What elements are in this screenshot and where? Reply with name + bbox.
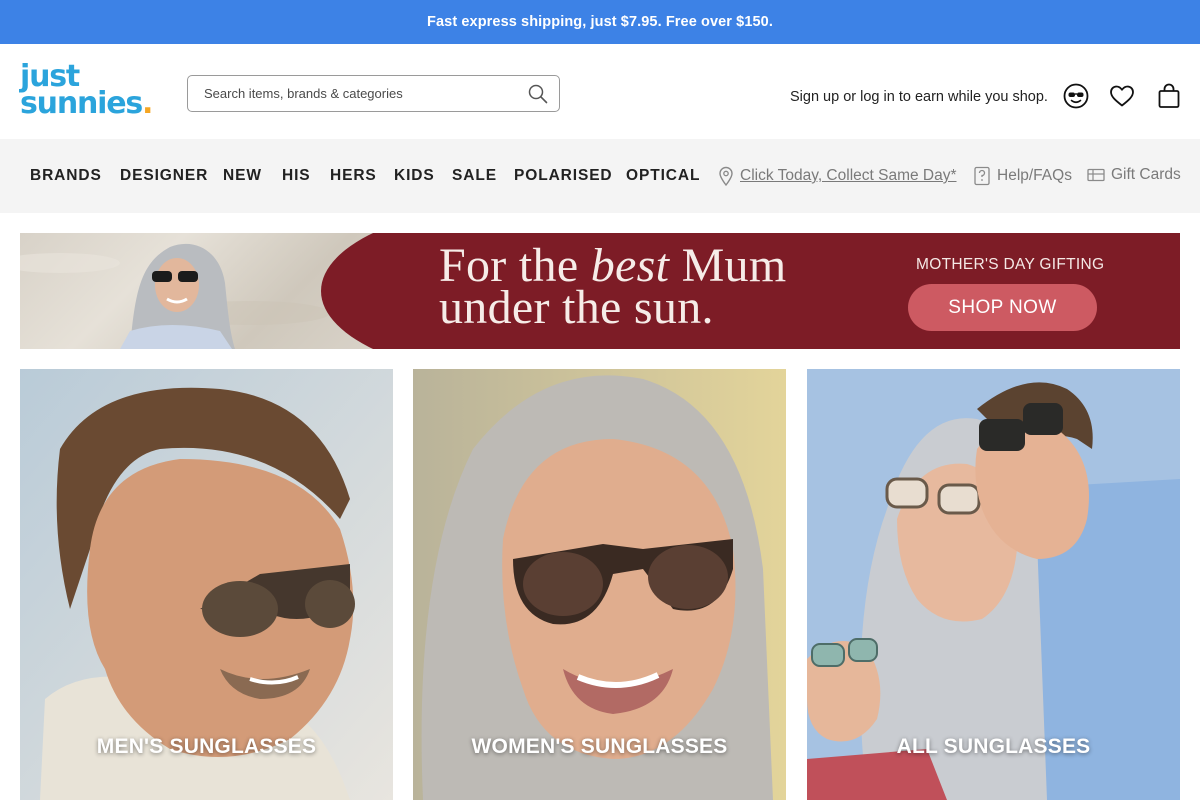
hero-headline-line-2: under the sun. [439,281,714,334]
signup-link[interactable]: Sign up or log in to earn while you shop… [790,89,1048,105]
logo-line-2: sunnies [20,86,143,121]
hero-banner[interactable]: For the best Mum under the sun. MOTHER'S… [20,233,1180,349]
help-doc-icon [974,166,990,186]
search-bar [187,75,560,112]
location-pin-icon [719,166,733,186]
nav-brands[interactable]: BRANDS [30,167,102,185]
womens-sunglasses-tile[interactable]: WOMEN'S SUNGLASSES [413,369,786,800]
heart-icon[interactable] [1108,82,1136,110]
all-sunglasses-tile[interactable]: ALL SUNGLASSES [807,369,1180,800]
bag-icon[interactable] [1155,82,1183,110]
nav-designer[interactable]: DESIGNER [120,167,208,185]
mens-sunglasses-tile[interactable]: MEN'S SUNGLASSES [20,369,393,800]
nav-his[interactable]: HIS [282,167,311,185]
click-collect-link[interactable]: Click Today, Collect Same Day* [718,166,957,186]
search-icon[interactable] [527,83,549,105]
tile-label: MEN'S SUNGLASSES [96,735,317,758]
gift-cards-link[interactable]: Gift Cards [1087,166,1181,184]
tile-label: WOMEN'S SUNGLASSES [471,735,728,758]
tile-label: ALL SUNGLASSES [896,735,1091,758]
gift-card-icon [1087,168,1105,182]
site-logo[interactable]: just sunnies. [20,62,162,123]
promo-text: Fast express shipping, just $7.95. Free … [427,14,773,30]
nav-optical[interactable]: OPTICAL [626,167,700,185]
account-icon[interactable] [1062,82,1090,110]
nav-sale[interactable]: SALE [452,167,497,185]
gift-cards-label: Gift Cards [1111,166,1181,183]
search-input[interactable] [204,86,527,101]
main-nav: BRANDS DESIGNER NEW HIS HERS KIDS SALE P… [0,139,1200,213]
promo-bar: Fast express shipping, just $7.95. Free … [0,0,1200,44]
site-header: just sunnies. Sign up or log in to earn … [0,44,1200,139]
nav-hers[interactable]: HERS [330,167,377,185]
click-collect-label: Click Today, Collect Same Day* [740,167,957,184]
shop-now-button[interactable]: SHOP NOW [908,284,1097,331]
help-faqs-link[interactable]: Help/FAQs [973,166,1072,186]
nav-polarised[interactable]: POLARISED [514,167,613,185]
nav-kids[interactable]: KIDS [394,167,435,185]
mothers-day-label: MOTHER'S DAY GIFTING [916,256,1105,273]
help-faqs-label: Help/FAQs [997,167,1072,184]
nav-new[interactable]: NEW [223,167,262,185]
hero-headline: For the best Mum under the sun. [439,239,787,334]
logo-dot: . [142,86,153,121]
